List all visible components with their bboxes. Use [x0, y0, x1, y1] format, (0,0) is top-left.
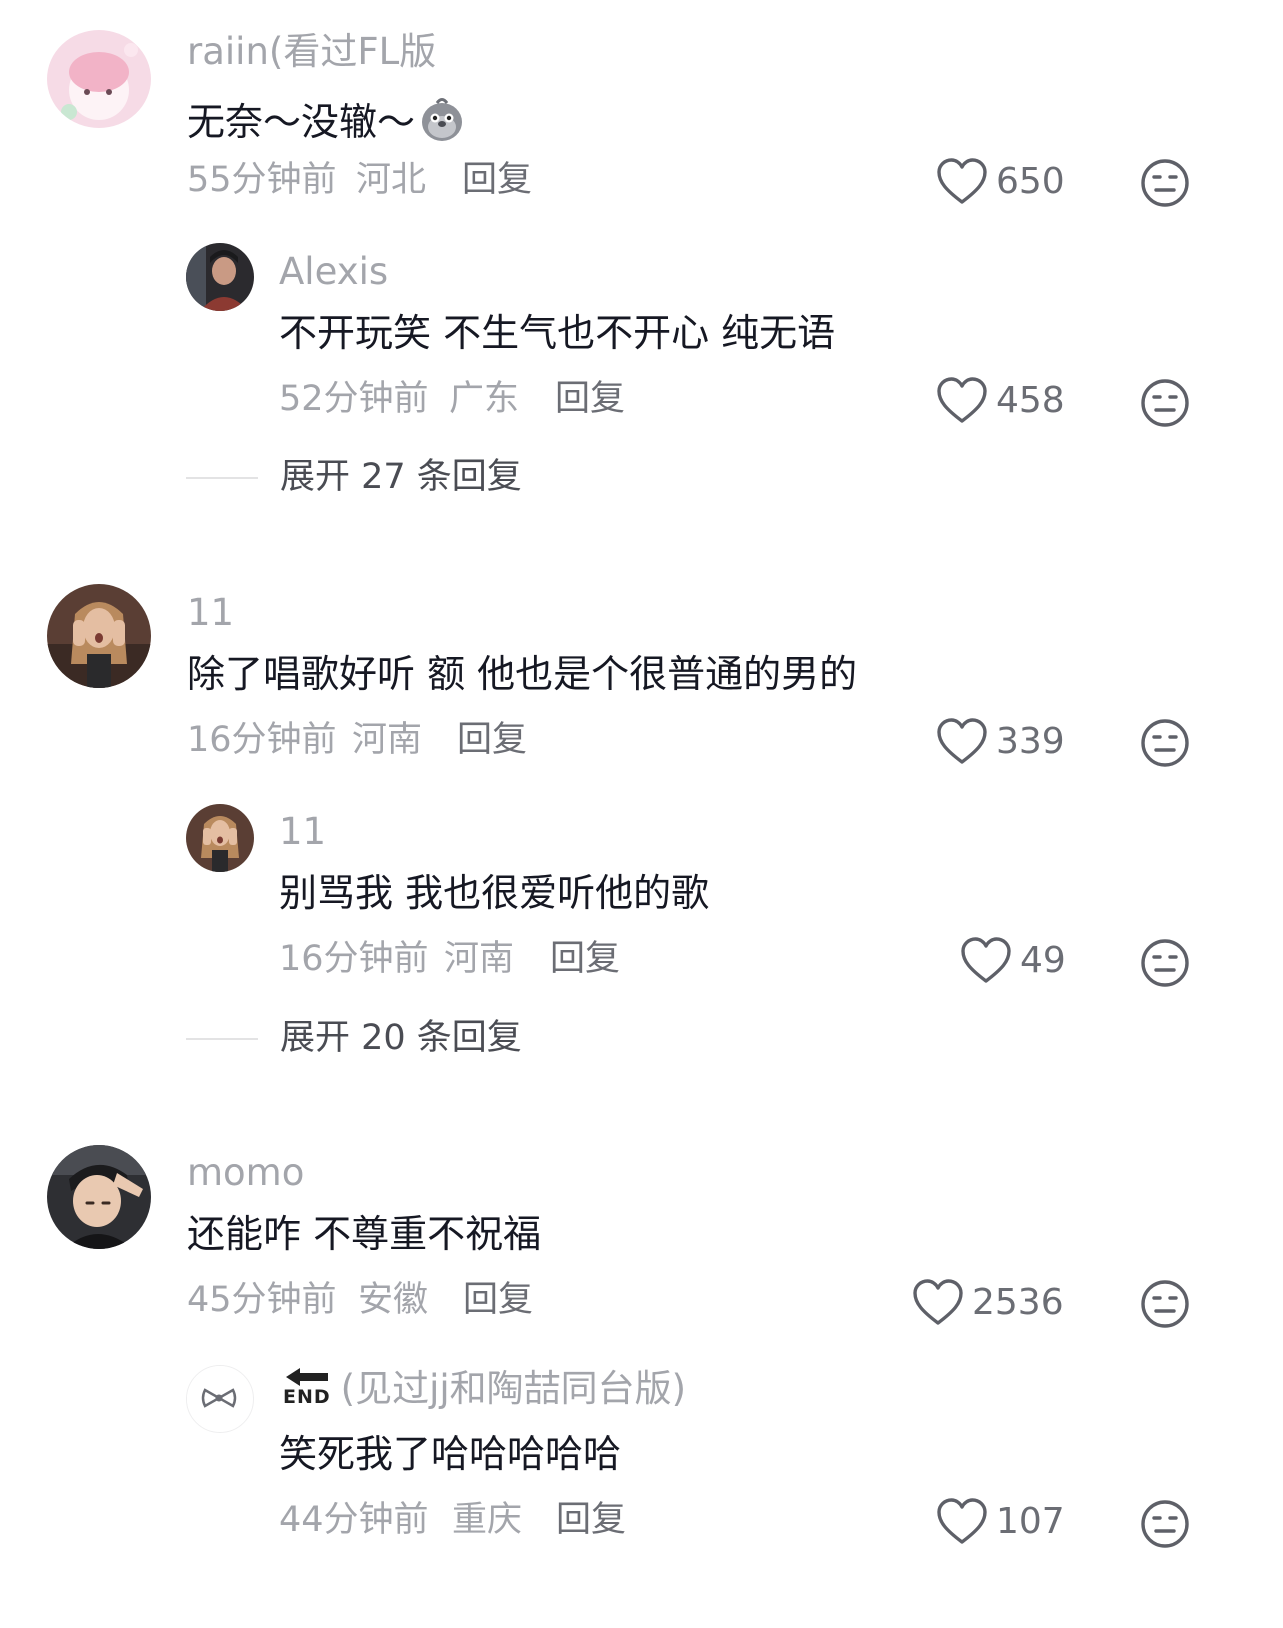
comment-author[interactable]: momo	[187, 1154, 304, 1191]
like-button[interactable]: 107	[936, 1498, 1065, 1546]
comment-time: 16分钟前	[279, 939, 429, 979]
avatar[interactable]	[47, 30, 151, 128]
author-name-text: (见过jj和陶喆同台版)	[340, 1367, 687, 1410]
comment-text: 还能咋 不尊重不祝福	[187, 1212, 542, 1256]
comment-text-body: 无奈～没辙～	[187, 100, 416, 144]
heart-outline-icon	[960, 937, 1012, 985]
expand-replies-button[interactable]: 展开 27 条回复	[186, 460, 522, 495]
reply-button[interactable]: 回复	[556, 1503, 626, 1538]
avatar[interactable]	[47, 1145, 151, 1249]
comment-region: 安徽	[358, 1280, 429, 1320]
like-count: 2536	[972, 1282, 1064, 1323]
comment-text: 笑死我了哈哈哈哈哈	[279, 1432, 622, 1476]
like-count: 458	[996, 380, 1065, 421]
like-count: 49	[1020, 940, 1066, 981]
neutral-face-icon[interactable]	[1139, 1278, 1191, 1330]
reply-button[interactable]: 回复	[463, 1283, 533, 1318]
comment-region: 河北	[356, 160, 427, 200]
like-button[interactable]: 49	[960, 937, 1066, 985]
comment-author[interactable]: Alexis	[279, 253, 388, 290]
reply-button[interactable]: 回复	[550, 942, 620, 977]
end-badge-label: END	[283, 1386, 331, 1408]
comment-region: 河南	[352, 720, 423, 760]
comment-author[interactable]: 11	[279, 813, 326, 850]
comment-time: 52分钟前	[279, 379, 429, 419]
neutral-face-icon[interactable]	[1139, 157, 1191, 209]
comment-time: 16分钟前	[187, 720, 337, 760]
comment-author[interactable]: END (见过jj和陶喆同台版)	[283, 1366, 686, 1407]
expand-replies-button[interactable]: 展开 20 条回复	[186, 1021, 522, 1056]
heart-outline-icon	[936, 718, 988, 766]
neutral-face-icon[interactable]	[1139, 937, 1191, 989]
divider-line	[186, 476, 258, 479]
neutral-face-icon[interactable]	[1139, 377, 1191, 429]
reply-button[interactable]: 回复	[462, 163, 532, 198]
end-badge-icon: END	[283, 1366, 331, 1407]
expand-replies-label: 展开 20 条回复	[280, 1018, 522, 1058]
heart-outline-icon	[936, 377, 988, 425]
divider-line	[186, 1037, 258, 1040]
avatar[interactable]	[186, 804, 254, 872]
like-count: 107	[996, 1501, 1065, 1542]
comment-region: 广东	[449, 379, 520, 419]
neutral-face-icon[interactable]	[1139, 1498, 1191, 1550]
avatar[interactable]	[47, 584, 151, 688]
like-count: 339	[996, 721, 1065, 762]
comment-text: 除了唱歌好听 额 他也是个很普通的男的	[187, 652, 858, 696]
reply-button[interactable]: 回复	[457, 723, 527, 758]
avatar[interactable]	[186, 243, 254, 311]
comment-time: 45分钟前	[187, 1280, 337, 1320]
comment-author[interactable]: 11	[187, 594, 234, 631]
avatar[interactable]	[186, 1365, 254, 1433]
like-button[interactable]: 458	[936, 377, 1065, 425]
comment-region: 河南	[444, 939, 515, 979]
comment-region: 重庆	[452, 1500, 523, 1540]
like-button[interactable]: 339	[936, 718, 1065, 766]
comment-text: 别骂我 我也很爱听他的歌	[279, 871, 710, 915]
heart-outline-icon	[936, 1498, 988, 1546]
pigeon-emoji-icon	[417, 94, 467, 150]
neutral-face-icon[interactable]	[1139, 717, 1191, 769]
comment-text: 无奈～没辙～	[187, 94, 467, 150]
heart-outline-icon	[912, 1279, 964, 1327]
reply-button[interactable]: 回复	[555, 382, 625, 417]
expand-replies-label: 展开 27 条回复	[280, 457, 522, 497]
comment-time: 44分钟前	[279, 1500, 429, 1540]
like-count: 650	[996, 161, 1065, 202]
comment-time: 55分钟前	[187, 160, 337, 200]
heart-outline-icon	[936, 158, 988, 206]
comment-author[interactable]: raiin(看过FL版	[187, 33, 436, 70]
like-button[interactable]: 2536	[912, 1279, 1064, 1327]
like-button[interactable]: 650	[936, 158, 1065, 206]
comment-text: 不开玩笑 不生气也不开心 纯无语	[279, 311, 836, 355]
